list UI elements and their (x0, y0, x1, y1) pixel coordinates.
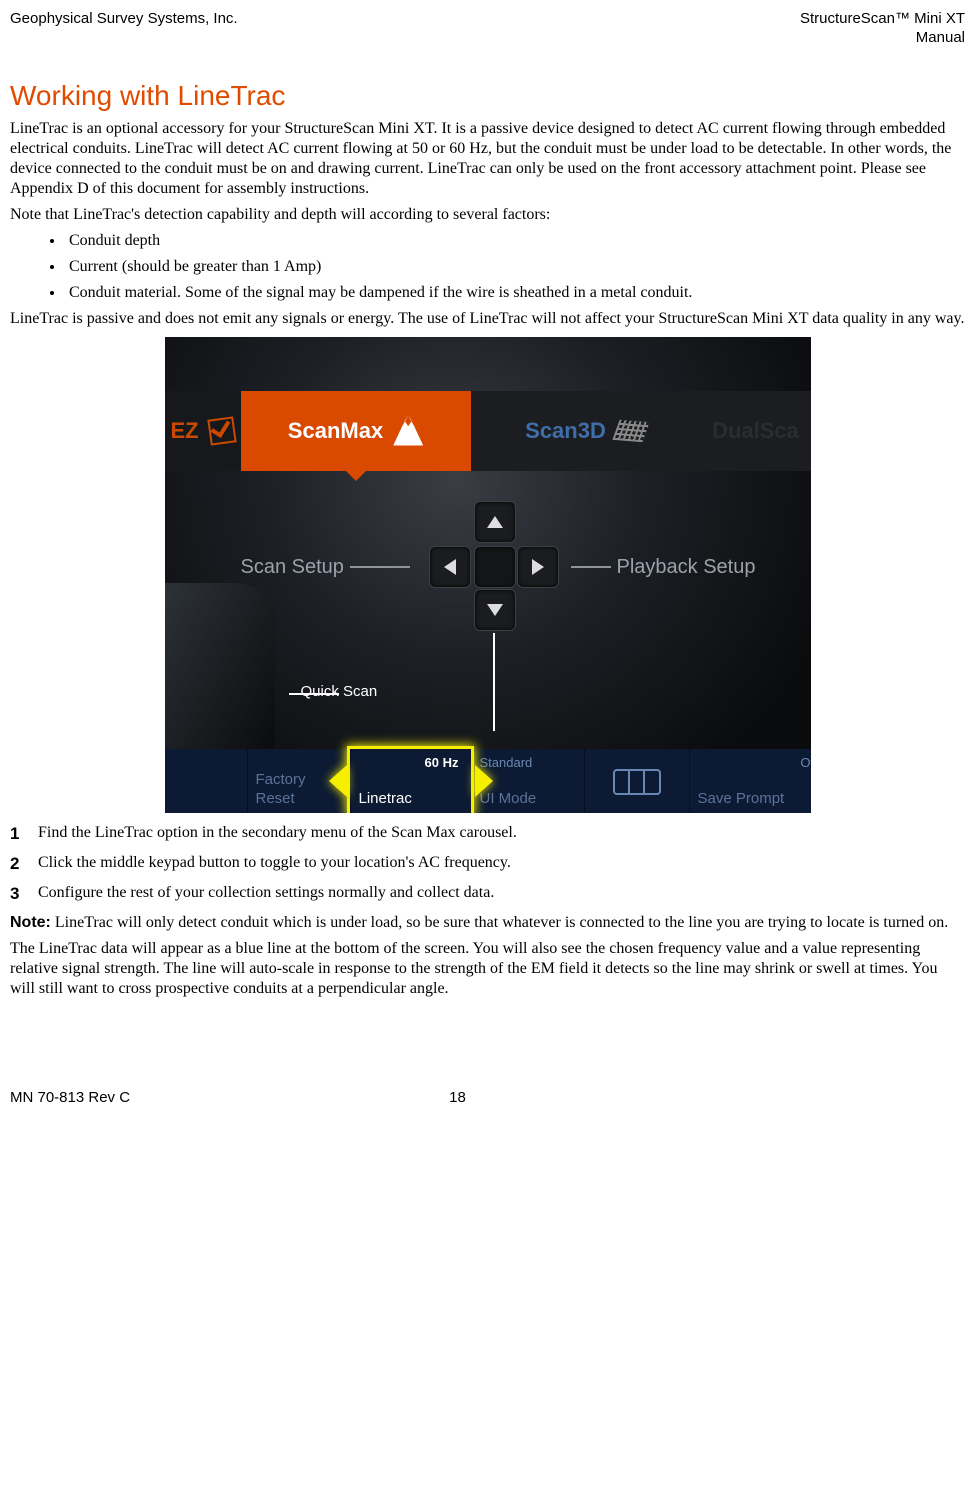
factors-list: Conduit depth Current (should be greater… (10, 231, 965, 303)
step-item: Find the LineTrac option in the secondar… (10, 823, 965, 843)
label-text: Scan Setup (241, 555, 344, 580)
connector-line (571, 566, 611, 568)
chevron-right-icon (475, 765, 493, 797)
header-company: Geophysical Survey Systems, Inc. (10, 10, 238, 48)
menu-linetrac[interactable]: 60 Hz Linetrac (350, 749, 471, 813)
grid-icon (612, 419, 649, 442)
note-label: Note: (10, 914, 51, 931)
note-paragraph: Note: LineTrac will only detect conduit … (10, 913, 965, 933)
menu-save-prompt[interactable]: Off Save Prompt (689, 749, 811, 813)
tab-scan3d[interactable]: Scan3D (471, 391, 701, 471)
tab-label: DualSca (712, 417, 799, 445)
tab-label: Scan3D (525, 417, 606, 445)
menu-value: Standard (480, 755, 576, 771)
paragraph-factors-lead: Note that LineTrac's detection capabilit… (10, 205, 965, 225)
chevron-left-icon (329, 765, 347, 797)
tab-dualscan[interactable]: DualSca (701, 391, 811, 471)
tab-ez[interactable]: EZ (165, 391, 241, 471)
steps-list: Find the LineTrac option in the secondar… (10, 823, 965, 903)
list-item: Current (should be greater than 1 Amp) (65, 257, 965, 277)
keypad (429, 501, 559, 631)
keypad-right[interactable] (517, 546, 559, 588)
keypad-center[interactable] (474, 546, 516, 588)
paragraph-intro: LineTrac is an optional accessory for yo… (10, 119, 965, 199)
arrow-up-icon (487, 516, 503, 528)
header-doc-type: Manual (800, 29, 965, 48)
connector-line (289, 693, 339, 695)
secondary-menu: Factory Reset 60 Hz Linetrac Standard UI… (165, 749, 811, 813)
tab-label: EZ (171, 417, 199, 445)
arrow-right-icon (532, 559, 544, 575)
list-item: Conduit depth (65, 231, 965, 251)
section-title: Working with LineTrac (10, 78, 965, 113)
menu-value: 60 Hz (359, 755, 463, 771)
menu-label: UI Mode (480, 790, 576, 809)
menu-sd-card[interactable] (584, 749, 689, 813)
playback-setup-label: Playback Setup (571, 555, 756, 580)
connector-line (350, 566, 410, 568)
device-handle (165, 583, 275, 753)
footer-doc-id: MN 70-813 Rev C (10, 1089, 130, 1108)
page-header: Geophysical Survey Systems, Inc. Structu… (10, 10, 965, 48)
person-star-icon (393, 416, 423, 446)
screenshot-figure: EZ ScanMax Scan3D DualSca Scan Setup Pla… (165, 337, 811, 813)
keypad-down[interactable] (474, 589, 516, 631)
tab-scanmax[interactable]: ScanMax (241, 391, 471, 471)
page-footer: MN 70-813 Rev C 18 (10, 1089, 965, 1108)
check-icon (207, 416, 236, 445)
menu-label: Linetrac (359, 790, 463, 809)
arrow-down-icon (487, 604, 503, 616)
keypad-up[interactable] (474, 501, 516, 543)
list-item: Conduit material. Some of the signal may… (65, 283, 965, 303)
mode-tabbar: EZ ScanMax Scan3D DualSca (165, 391, 811, 471)
keypad-left[interactable] (429, 546, 471, 588)
arrow-left-icon (444, 559, 456, 575)
paragraph-passive: LineTrac is passive and does not emit an… (10, 309, 965, 329)
menu-value: Off (698, 755, 811, 771)
note-text: LineTrac will only detect conduit which … (51, 914, 948, 931)
header-product: StructureScan™ Mini XT (800, 10, 965, 29)
tab-label: ScanMax (288, 417, 383, 445)
menu-label: Save Prompt (698, 790, 811, 809)
scan-setup-label: Scan Setup (241, 555, 410, 580)
paragraph-display-behavior: The LineTrac data will appear as a blue … (10, 939, 965, 999)
connector-line (493, 633, 495, 731)
footer-page-number: 18 (449, 1089, 466, 1108)
label-text: Playback Setup (617, 555, 756, 580)
step-item: Click the middle keypad button to toggle… (10, 853, 965, 873)
step-item: Configure the rest of your collection se… (10, 883, 965, 903)
label-text: Quick Scan (301, 683, 378, 700)
battery-spacer (165, 749, 247, 813)
